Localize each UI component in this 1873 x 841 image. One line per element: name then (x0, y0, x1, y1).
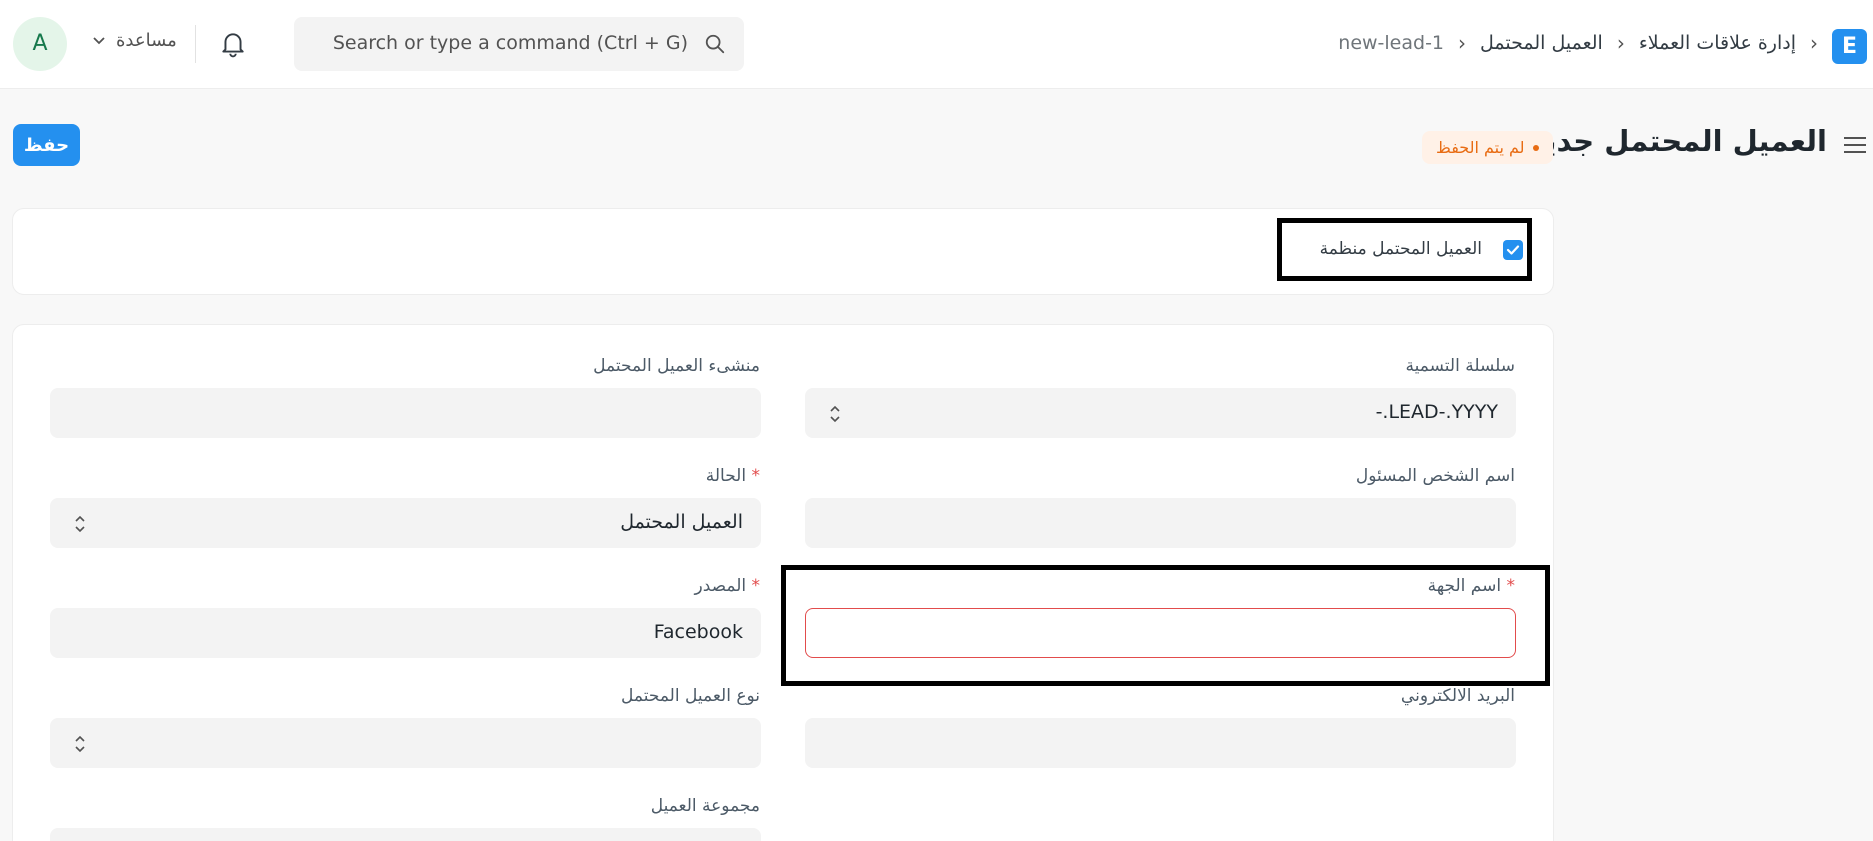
naming-series-select[interactable]: -.LEAD-.YYYY (805, 388, 1516, 438)
help-dropdown[interactable]: مساعدة (92, 30, 177, 51)
page-title: العميل المحتمل جديد (1528, 124, 1827, 158)
email-label: البريد الالكتروني (1400, 686, 1515, 706)
navbar-divider (195, 25, 196, 63)
select-arrows-icon (75, 735, 85, 753)
highlight-frame (781, 565, 1550, 686)
status-label-text: الحالة (705, 466, 747, 486)
contact-person-field[interactable] (805, 498, 1516, 548)
email-field[interactable] (805, 718, 1516, 768)
chevron-down-icon (93, 36, 105, 44)
lead-owner-label: منشىء العميل المحتمل (593, 356, 760, 376)
required-mark: * (751, 576, 761, 596)
search-input[interactable]: Search or type a command (Ctrl + G) (333, 32, 688, 54)
select-arrows-icon (830, 405, 840, 423)
chevron-right-icon: › (1810, 31, 1818, 55)
customer-group-field[interactable] (50, 828, 761, 841)
naming-series-label: سلسلة التسمية (1405, 356, 1515, 376)
source-value: Facebook (653, 621, 743, 643)
search-bar[interactable]: Search or type a command (Ctrl + G) (294, 17, 744, 71)
naming-series-value: -.LEAD-.YYYY (1375, 401, 1498, 423)
help-label: مساعدة (116, 30, 177, 51)
sidebar-toggle-icon[interactable] (1843, 135, 1867, 155)
lead-owner-field[interactable] (50, 388, 761, 438)
customer-group-label: مجموعة العميل (650, 796, 760, 816)
lead-type-label: نوع العميل المحتمل (621, 686, 760, 706)
breadcrumb-item-lead[interactable]: العميل المحتمل (1480, 32, 1603, 54)
navbar: E › إدارة علاقات العملاء › العميل المحتم… (0, 0, 1873, 89)
breadcrumb-item-current: new-lead-1 (1338, 32, 1445, 54)
status-indicator-label: لم يتم الحفظ (1436, 138, 1525, 157)
breadcrumb-item-crm[interactable]: إدارة علاقات العملاء (1639, 32, 1796, 54)
required-mark: * (751, 466, 761, 486)
source-label: المصدر * (694, 576, 760, 596)
status-badge: لم يتم الحفظ (1422, 131, 1553, 164)
status-dot-icon (1532, 144, 1539, 151)
contact-person-label: اسم الشخص المسئول (1355, 466, 1515, 486)
status-label: الحالة * (706, 466, 760, 486)
search-icon (705, 34, 725, 54)
chevron-right-icon: › (1458, 31, 1467, 55)
status-value: العميل المحتمل (620, 511, 743, 533)
source-field[interactable]: Facebook (50, 608, 761, 658)
notification-bell-icon[interactable] (220, 30, 246, 58)
app-logo[interactable]: E (1832, 29, 1867, 64)
select-arrows-icon (75, 515, 85, 533)
highlight-frame (1277, 218, 1532, 281)
avatar[interactable]: A (13, 17, 67, 71)
save-button[interactable]: حفظ (13, 124, 80, 166)
source-label-text: المصدر (694, 576, 747, 596)
lead-type-select[interactable] (50, 718, 761, 768)
status-select[interactable]: العميل المحتمل (50, 498, 761, 548)
chevron-right-icon: › (1616, 31, 1625, 55)
breadcrumb: › إدارة علاقات العملاء › العميل المحتمل … (1338, 28, 1818, 58)
